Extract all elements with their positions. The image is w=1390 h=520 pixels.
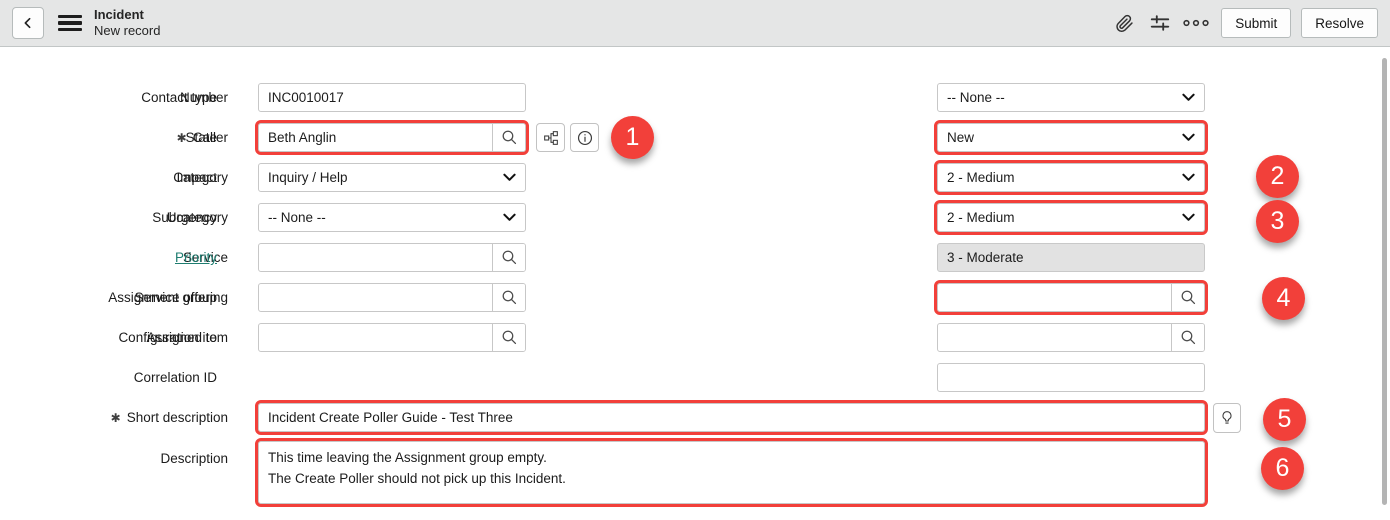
attachments-button[interactable] bbox=[1109, 8, 1139, 38]
search-icon bbox=[501, 249, 518, 266]
form-header: Incident New record Submit Resolve bbox=[0, 0, 1390, 47]
assignment-group-lookup-button[interactable] bbox=[1171, 284, 1204, 311]
caller-lookup-button[interactable] bbox=[492, 124, 525, 151]
annotation-circle-6: 6 bbox=[1261, 447, 1304, 490]
category-select[interactable]: Inquiry / Help bbox=[258, 163, 526, 192]
chevron-down-icon bbox=[503, 213, 516, 222]
chevron-down-icon bbox=[1182, 93, 1195, 102]
caller-preview-button[interactable] bbox=[536, 123, 565, 152]
priority-field-readonly: 3 - Moderate bbox=[937, 243, 1205, 272]
impact-select[interactable]: 2 - Medium bbox=[937, 163, 1205, 192]
contact-type-label: Contact type bbox=[0, 83, 217, 112]
configuration-item-lookup-button[interactable] bbox=[492, 324, 525, 351]
number-field[interactable] bbox=[258, 83, 526, 112]
chevron-down-icon bbox=[1182, 213, 1195, 222]
assigned-to-lookup-button[interactable] bbox=[1171, 324, 1204, 351]
assignment-group-field[interactable] bbox=[937, 283, 1205, 312]
search-icon bbox=[501, 289, 518, 306]
paperclip-icon bbox=[1114, 13, 1135, 34]
chevron-down-icon bbox=[1182, 173, 1195, 182]
suggestion-button[interactable] bbox=[1213, 403, 1241, 433]
assigned-to-field[interactable] bbox=[937, 323, 1205, 352]
configuration-item-field[interactable] bbox=[258, 323, 526, 352]
chevron-down-icon bbox=[503, 173, 516, 182]
assigned-to-label: Assigned to bbox=[0, 323, 217, 352]
annotation-circle-1: 1 bbox=[611, 116, 654, 159]
caller-info-button[interactable] bbox=[570, 123, 599, 152]
header-titles: Incident New record bbox=[94, 7, 160, 39]
service-input[interactable] bbox=[259, 244, 492, 271]
resolve-button[interactable]: Resolve bbox=[1301, 8, 1378, 38]
service-lookup-button[interactable] bbox=[492, 244, 525, 271]
description-label: Description bbox=[0, 444, 228, 473]
configuration-item-input[interactable] bbox=[259, 324, 492, 351]
assignment-group-input[interactable] bbox=[938, 284, 1171, 311]
search-icon bbox=[1180, 329, 1197, 346]
back-button[interactable] bbox=[12, 7, 44, 39]
correlation-id-label: Correlation ID bbox=[0, 363, 217, 392]
incident-form: Number ✱Caller Category Subcategory Serv… bbox=[0, 47, 1390, 520]
page-title: Incident bbox=[94, 7, 160, 23]
priority-label: Priority bbox=[0, 243, 217, 272]
service-offering-field[interactable] bbox=[258, 283, 526, 312]
correlation-id-field[interactable] bbox=[937, 363, 1205, 392]
incident-form-page: Incident New record Submit Resolve Numbe… bbox=[0, 0, 1390, 520]
assigned-to-input[interactable] bbox=[938, 324, 1171, 351]
urgency-label: Urgency bbox=[0, 203, 217, 232]
caller-field[interactable] bbox=[258, 123, 526, 152]
annotation-circle-2: 2 bbox=[1256, 155, 1299, 198]
annotation-circle-5: 5 bbox=[1263, 398, 1306, 441]
annotation-circle-3: 3 bbox=[1256, 200, 1299, 243]
assignment-group-label: Assignment group bbox=[0, 283, 217, 312]
hierarchy-icon bbox=[543, 130, 559, 146]
chevron-down-icon bbox=[1182, 133, 1195, 142]
search-icon bbox=[1180, 289, 1197, 306]
priority-link[interactable]: Priority bbox=[175, 250, 217, 265]
required-icon: ✱ bbox=[111, 412, 121, 424]
three-circles-icon bbox=[1183, 17, 1209, 29]
service-offering-lookup-button[interactable] bbox=[492, 284, 525, 311]
short-description-field[interactable] bbox=[258, 403, 1205, 432]
sliders-icon bbox=[1149, 12, 1171, 34]
impact-label: Impact bbox=[0, 163, 217, 192]
page-subtitle: New record bbox=[94, 23, 160, 39]
caller-input[interactable] bbox=[259, 124, 492, 151]
menu-icon[interactable] bbox=[58, 15, 82, 31]
personalize-form-button[interactable] bbox=[1145, 8, 1175, 38]
short-description-label: ✱Short description bbox=[0, 403, 228, 432]
contact-type-select[interactable]: -- None -- bbox=[937, 83, 1205, 112]
subcategory-select[interactable]: -- None -- bbox=[258, 203, 526, 232]
search-icon bbox=[501, 329, 518, 346]
search-icon bbox=[501, 129, 518, 146]
service-field[interactable] bbox=[258, 243, 526, 272]
urgency-select[interactable]: 2 - Medium bbox=[937, 203, 1205, 232]
description-field[interactable]: This time leaving the Assignment group e… bbox=[258, 441, 1205, 504]
state-label: State bbox=[0, 123, 217, 152]
chevron-left-icon bbox=[20, 15, 36, 31]
more-options-button[interactable] bbox=[1181, 8, 1211, 38]
submit-button[interactable]: Submit bbox=[1221, 8, 1291, 38]
service-offering-input[interactable] bbox=[259, 284, 492, 311]
vertical-scrollbar[interactable] bbox=[1382, 58, 1387, 505]
state-select[interactable]: New bbox=[937, 123, 1205, 152]
lightbulb-icon bbox=[1219, 409, 1235, 427]
info-icon bbox=[576, 129, 594, 147]
annotation-circle-4: 4 bbox=[1262, 277, 1305, 320]
